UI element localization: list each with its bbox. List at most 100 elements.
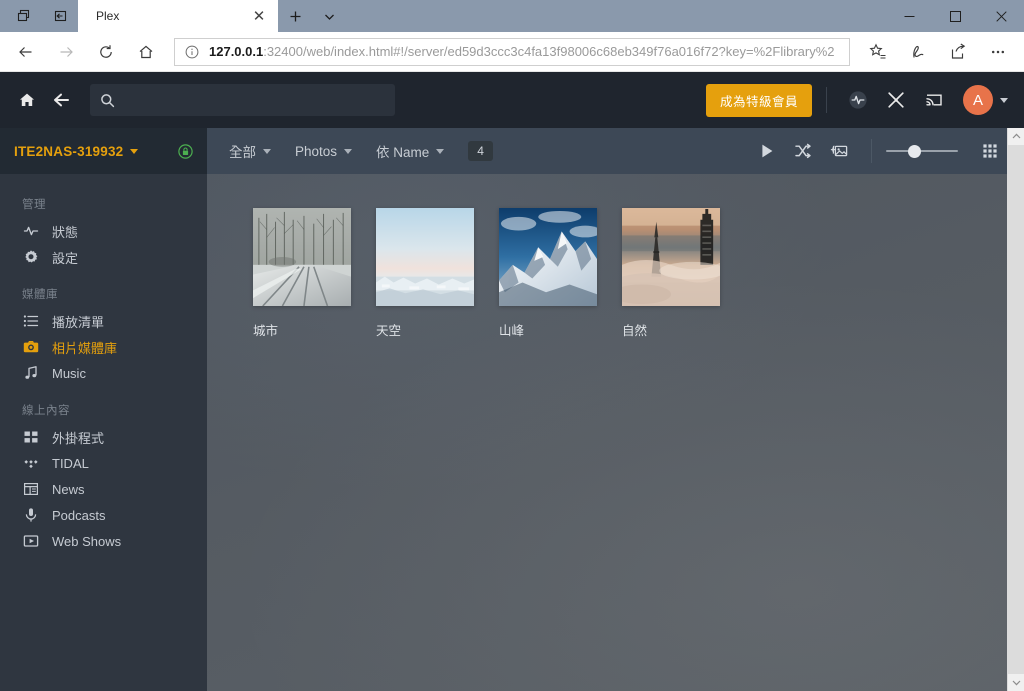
grid-view-icon[interactable] [972,135,1008,167]
album-thumbnail[interactable] [499,208,597,306]
chevron-down-icon[interactable] [344,148,353,154]
slideshow-icon[interactable] [821,135,857,167]
window-minimize-button[interactable] [886,0,932,32]
close-icon[interactable]: ✕ [248,5,270,27]
filter-all-label: 全部 [229,145,256,160]
album-title: 山峰 [499,324,525,338]
window-maximize-button[interactable] [932,0,978,32]
album-mountain[interactable]: 山峰 [499,208,622,339]
shuffle-icon[interactable] [785,135,821,167]
search-icon [100,93,115,108]
album-thumbnail[interactable] [376,208,474,306]
sidebar-item-web-shows[interactable]: Web Shows [0,528,207,554]
info-circle-icon[interactable] [183,43,201,61]
activity-pulse-icon [22,223,39,240]
window-close-button[interactable] [978,0,1024,32]
scroll-up-button[interactable] [1008,128,1024,145]
chevron-down-icon[interactable] [130,148,139,154]
scroll-down-button[interactable] [1008,674,1024,691]
plex-sidebar: ITE2NAS-319932 管理 狀態 設定 媒體庫 播放清單 相片媒體庫 M… [0,128,207,691]
browser-titlebar: Plex ✕ [0,0,1024,32]
new-tab-button[interactable] [278,0,312,32]
toolbar-divider [871,139,872,163]
album-grid-area: 城市 天空 山峰 自然 [207,174,1024,691]
notes-pen-icon[interactable] [898,35,938,69]
premium-upgrade-button[interactable]: 成為特級會員 [705,83,812,117]
search-input[interactable] [123,92,385,108]
library-toolbar: 全部 Photos 依 Name 4 [207,128,1024,174]
server-selector[interactable]: ITE2NAS-319932 [0,128,207,174]
chevron-down-icon[interactable] [1000,97,1008,103]
back-arrow-icon[interactable] [44,83,78,117]
sidebar-item-photo-library[interactable]: 相片媒體庫 [0,334,207,360]
sidebar-item-label: Music [52,365,86,381]
gear-icon [22,249,39,266]
browser-navbar: 127.0.0.1:32400/web/index.html#!/server/… [0,32,1024,72]
search-box[interactable] [90,84,395,116]
album-title: 自然 [622,324,648,338]
news-icon [22,481,39,498]
album-sky[interactable]: 天空 [376,208,499,339]
back-button[interactable] [6,35,46,69]
sidebar-item-news[interactable]: News [0,476,207,502]
filter-all[interactable]: 全部 [229,141,271,161]
tab-preview-icon[interactable] [6,1,42,31]
user-menu[interactable]: A [963,85,1008,115]
avatar[interactable]: A [963,85,993,115]
activity-pulse-icon[interactable] [841,83,875,117]
more-ellipsis-icon[interactable] [978,35,1018,69]
home-button[interactable] [126,35,166,69]
home-icon[interactable] [10,83,44,117]
wrench-tools-icon[interactable] [879,83,913,117]
sidebar-item-label: 播放清單 [52,314,105,330]
sidebar-item-tidal[interactable]: TIDAL [0,450,207,476]
sidebar-item-podcasts[interactable]: Podcasts [0,502,207,528]
address-bar[interactable]: 127.0.0.1:32400/web/index.html#!/server/… [174,37,850,66]
filter-type[interactable]: Photos [295,144,353,159]
scrollbar-track[interactable] [1007,145,1024,674]
snow-mountain-peak-image [499,208,597,306]
sidebar-item-label: 外掛程式 [52,430,105,446]
sidebar-item-plugins[interactable]: 外掛程式 [0,424,207,450]
chevron-down-icon[interactable] [436,148,445,154]
sidebar-item-label: 設定 [52,250,79,266]
album-thumbnail[interactable] [253,208,351,306]
share-icon[interactable] [938,35,978,69]
browser-tab-plex[interactable]: Plex ✕ [78,0,278,32]
plex-web-app: 成為特級會員 A ITE2NAS-319932 管理 狀態 設定 媒體庫 播放清… [0,72,1024,691]
sidebar-item-label: TIDAL [52,455,89,471]
sidebar-item-playlists[interactable]: 播放清單 [0,308,207,334]
chevron-down-icon[interactable] [312,0,346,32]
microphone-icon [22,507,39,524]
scrollbar-thumb[interactable] [1007,145,1024,674]
foggy-tower-sunset-image [622,208,720,306]
album-title: 天空 [376,324,402,338]
page-scrollbar[interactable] [1007,128,1024,691]
url-host: 127.0.0.1 [209,44,264,59]
album-city[interactable]: 城市 [253,208,376,339]
snowy-road-trees-image [253,208,351,306]
sidebar-item-settings[interactable]: 設定 [0,244,207,270]
album-title: 城市 [253,324,279,338]
camera-icon [22,339,39,356]
thumbnail-size-slider[interactable] [886,143,958,159]
plugins-grid-icon [22,429,39,446]
filter-sort[interactable]: 依 Name [376,141,445,161]
album-nature[interactable]: 自然 [622,208,745,339]
chevron-down-icon[interactable] [263,148,271,154]
refresh-button[interactable] [86,35,126,69]
forward-button[interactable] [46,35,86,69]
sidebar-item-status[interactable]: 狀態 [0,218,207,244]
cast-icon[interactable] [917,83,951,117]
set-tabs-aside-icon[interactable] [42,1,78,31]
tab-title: Plex [96,9,120,23]
sidebar-section-header: 管理 [22,199,46,211]
slider-thumb[interactable] [908,144,921,158]
sidebar-item-music[interactable]: Music [0,360,207,386]
album-thumbnail[interactable] [622,208,720,306]
toolbar-actions [749,135,1008,167]
favorites-add-icon[interactable] [858,35,898,69]
play-icon[interactable] [749,135,785,167]
secure-lock-icon [177,143,193,159]
url-path: :32400/web/index.html#!/server/ed59d3ccc… [263,44,835,59]
